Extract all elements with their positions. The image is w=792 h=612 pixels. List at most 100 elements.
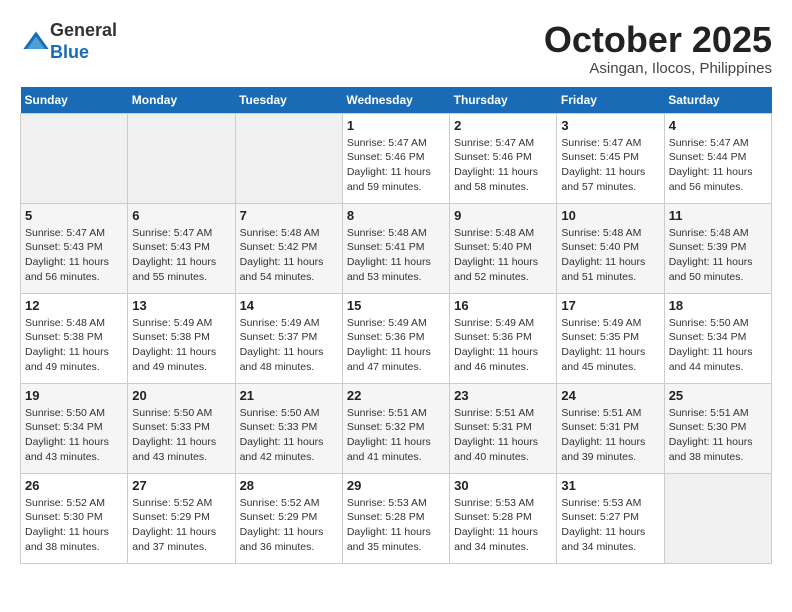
day-number: 23 [454,388,552,403]
calendar-cell: 5 Sunrise: 5:47 AM Sunset: 5:43 PM Daylig… [21,203,128,293]
week-row-4: 19 Sunrise: 5:50 AM Sunset: 5:34 PM Dayli… [21,383,772,473]
weekday-header-saturday: Saturday [664,87,771,114]
weekday-header-monday: Monday [128,87,235,114]
logo-text: General Blue [50,20,117,63]
day-number: 11 [669,208,767,223]
calendar-cell [235,113,342,203]
calendar-cell: 24 Sunrise: 5:51 AM Sunset: 5:31 PM Dayli… [557,383,664,473]
day-info: Sunrise: 5:50 AM Sunset: 5:34 PM Dayligh… [669,316,767,375]
day-number: 29 [347,478,445,493]
calendar-cell: 9 Sunrise: 5:48 AM Sunset: 5:40 PM Daylig… [450,203,557,293]
day-info: Sunrise: 5:47 AM Sunset: 5:43 PM Dayligh… [132,226,230,285]
calendar-cell: 18 Sunrise: 5:50 AM Sunset: 5:34 PM Dayli… [664,293,771,383]
weekday-header-friday: Friday [557,87,664,114]
day-number: 19 [25,388,123,403]
day-number: 9 [454,208,552,223]
day-number: 5 [25,208,123,223]
calendar-cell: 26Sunrise: 5:52 AM Sunset: 5:30 PM Dayli… [21,473,128,563]
day-info: Sunrise: 5:47 AM Sunset: 5:45 PM Dayligh… [561,136,659,195]
weekday-header-tuesday: Tuesday [235,87,342,114]
weekday-header-sunday: Sunday [21,87,128,114]
calendar-cell: 16Sunrise: 5:49 AM Sunset: 5:36 PM Dayli… [450,293,557,383]
day-info: Sunrise: 5:47 AM Sunset: 5:43 PM Dayligh… [25,226,123,285]
calendar-cell: 3Sunrise: 5:47 AM Sunset: 5:45 PM Daylig… [557,113,664,203]
calendar-cell: 12Sunrise: 5:48 AM Sunset: 5:38 PM Dayli… [21,293,128,383]
day-number: 1 [347,118,445,133]
day-number: 4 [669,118,767,133]
day-info: Sunrise: 5:51 AM Sunset: 5:31 PM Dayligh… [561,406,659,465]
day-number: 8 [347,208,445,223]
day-number: 6 [132,208,230,223]
day-info: Sunrise: 5:52 AM Sunset: 5:29 PM Dayligh… [132,496,230,555]
day-info: Sunrise: 5:53 AM Sunset: 5:27 PM Dayligh… [561,496,659,555]
calendar-cell: 23 Sunrise: 5:51 AM Sunset: 5:31 PM Dayli… [450,383,557,473]
calendar-cell: 15Sunrise: 5:49 AM Sunset: 5:36 PM Dayli… [342,293,449,383]
day-info: Sunrise: 5:47 AM Sunset: 5:44 PM Dayligh… [669,136,767,195]
calendar-cell: 31 Sunrise: 5:53 AM Sunset: 5:27 PM Dayli… [557,473,664,563]
calendar-cell: 19 Sunrise: 5:50 AM Sunset: 5:34 PM Dayli… [21,383,128,473]
calendar-cell: 11 Sunrise: 5:48 AM Sunset: 5:39 PM Dayli… [664,203,771,293]
day-info: Sunrise: 5:50 AM Sunset: 5:34 PM Dayligh… [25,406,123,465]
calendar-cell: 6 Sunrise: 5:47 AM Sunset: 5:43 PM Daylig… [128,203,235,293]
week-row-3: 12Sunrise: 5:48 AM Sunset: 5:38 PM Dayli… [21,293,772,383]
calendar-cell: 20Sunrise: 5:50 AM Sunset: 5:33 PM Dayli… [128,383,235,473]
day-info: Sunrise: 5:49 AM Sunset: 5:35 PM Dayligh… [561,316,659,375]
day-number: 7 [240,208,338,223]
calendar-cell: 2 Sunrise: 5:47 AM Sunset: 5:46 PM Daylig… [450,113,557,203]
day-number: 30 [454,478,552,493]
calendar-cell: 25 Sunrise: 5:51 AM Sunset: 5:30 PM Dayli… [664,383,771,473]
day-info: Sunrise: 5:48 AM Sunset: 5:39 PM Dayligh… [669,226,767,285]
page-header: General Blue October 2025 Asingan, Iloco… [20,20,772,77]
calendar-cell: 28 Sunrise: 5:52 AM Sunset: 5:29 PM Dayli… [235,473,342,563]
month-title: October 2025 [544,20,772,60]
day-number: 24 [561,388,659,403]
day-number: 28 [240,478,338,493]
day-number: 31 [561,478,659,493]
day-info: Sunrise: 5:48 AM Sunset: 5:40 PM Dayligh… [454,226,552,285]
calendar-cell: 21 Sunrise: 5:50 AM Sunset: 5:33 PM Dayli… [235,383,342,473]
day-info: Sunrise: 5:52 AM Sunset: 5:30 PM Dayligh… [25,496,123,555]
day-info: Sunrise: 5:47 AM Sunset: 5:46 PM Dayligh… [347,136,445,195]
day-info: Sunrise: 5:47 AM Sunset: 5:46 PM Dayligh… [454,136,552,195]
calendar-cell [21,113,128,203]
calendar-cell: 30 Sunrise: 5:53 AM Sunset: 5:28 PM Dayli… [450,473,557,563]
week-row-5: 26Sunrise: 5:52 AM Sunset: 5:30 PM Dayli… [21,473,772,563]
day-number: 17 [561,298,659,313]
day-number: 15 [347,298,445,313]
calendar-cell: 27 Sunrise: 5:52 AM Sunset: 5:29 PM Dayli… [128,473,235,563]
day-info: Sunrise: 5:51 AM Sunset: 5:30 PM Dayligh… [669,406,767,465]
calendar-cell: 1 Sunrise: 5:47 AM Sunset: 5:46 PM Daylig… [342,113,449,203]
week-row-1: 1 Sunrise: 5:47 AM Sunset: 5:46 PM Daylig… [21,113,772,203]
day-number: 25 [669,388,767,403]
day-number: 13 [132,298,230,313]
day-info: Sunrise: 5:49 AM Sunset: 5:37 PM Dayligh… [240,316,338,375]
calendar-cell: 8 Sunrise: 5:48 AM Sunset: 5:41 PM Daylig… [342,203,449,293]
day-number: 27 [132,478,230,493]
day-info: Sunrise: 5:48 AM Sunset: 5:41 PM Dayligh… [347,226,445,285]
day-info: Sunrise: 5:53 AM Sunset: 5:28 PM Dayligh… [454,496,552,555]
calendar-cell: 29 Sunrise: 5:53 AM Sunset: 5:28 PM Dayli… [342,473,449,563]
calendar-cell: 4 Sunrise: 5:47 AM Sunset: 5:44 PM Daylig… [664,113,771,203]
day-number: 2 [454,118,552,133]
day-info: Sunrise: 5:51 AM Sunset: 5:31 PM Dayligh… [454,406,552,465]
logo: General Blue [20,20,117,63]
day-info: Sunrise: 5:48 AM Sunset: 5:38 PM Dayligh… [25,316,123,375]
day-info: Sunrise: 5:53 AM Sunset: 5:28 PM Dayligh… [347,496,445,555]
day-info: Sunrise: 5:50 AM Sunset: 5:33 PM Dayligh… [240,406,338,465]
day-number: 14 [240,298,338,313]
weekday-header-wednesday: Wednesday [342,87,449,114]
calendar-cell: 13Sunrise: 5:49 AM Sunset: 5:38 PM Dayli… [128,293,235,383]
calendar-cell [664,473,771,563]
week-row-2: 5 Sunrise: 5:47 AM Sunset: 5:43 PM Daylig… [21,203,772,293]
calendar-cell: 10 Sunrise: 5:48 AM Sunset: 5:40 PM Dayli… [557,203,664,293]
day-info: Sunrise: 5:51 AM Sunset: 5:32 PM Dayligh… [347,406,445,465]
day-info: Sunrise: 5:48 AM Sunset: 5:40 PM Dayligh… [561,226,659,285]
calendar-cell: 22Sunrise: 5:51 AM Sunset: 5:32 PM Dayli… [342,383,449,473]
calendar-cell [128,113,235,203]
day-number: 10 [561,208,659,223]
day-number: 21 [240,388,338,403]
day-info: Sunrise: 5:52 AM Sunset: 5:29 PM Dayligh… [240,496,338,555]
calendar-cell: 7Sunrise: 5:48 AM Sunset: 5:42 PM Daylig… [235,203,342,293]
day-number: 18 [669,298,767,313]
day-number: 20 [132,388,230,403]
